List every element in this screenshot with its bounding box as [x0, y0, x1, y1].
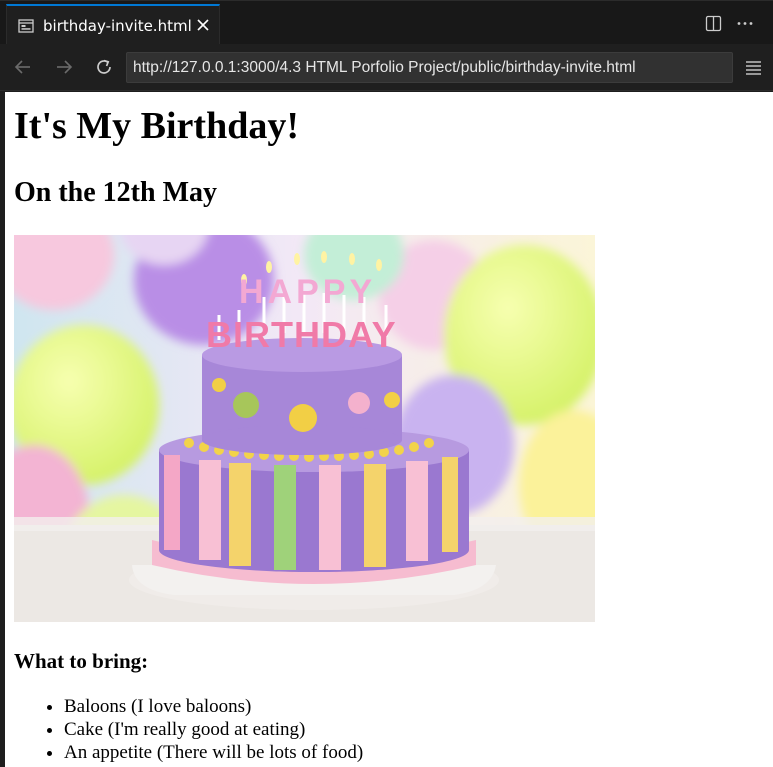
split-editor-icon[interactable]	[705, 15, 722, 32]
list-item: Baloons (I love baloons)	[64, 695, 363, 718]
url-text[interactable]: http://127.0.0.1:3000/4.3 HTML Porfolio …	[133, 59, 636, 77]
reload-icon[interactable]	[94, 57, 114, 77]
event-date-heading: On the 12th May	[14, 177, 217, 208]
address-bar[interactable]: http://127.0.0.1:3000/4.3 HTML Porfolio …	[126, 52, 733, 83]
page-title: It's My Birthday!	[14, 105, 299, 147]
arrow-right-icon[interactable]	[54, 57, 74, 77]
browser-toolbar: http://127.0.0.1:3000/4.3 HTML Porfolio …	[0, 44, 773, 91]
more-actions-icon[interactable]	[736, 15, 754, 32]
hamburger-menu-icon[interactable]	[745, 60, 762, 75]
page-viewport: It's My Birthday! On the 12th May HAPPY …	[5, 92, 773, 767]
svg-text:HAPPY: HAPPY	[239, 273, 376, 311]
what-to-bring-heading: What to bring:	[14, 649, 149, 673]
arrow-left-icon[interactable]	[13, 57, 33, 77]
tab-bar: birthday-invite.html	[0, 0, 773, 45]
list-item: Cake (I'm really good at eating)	[64, 718, 363, 741]
birthday-cake-image: HAPPY BIRTHDAY	[14, 235, 595, 622]
bring-list: Baloons (I love baloons) Cake (I'm reall…	[64, 695, 363, 764]
tab-title: birthday-invite.html	[43, 16, 192, 35]
browser-preview-icon	[18, 18, 34, 33]
tab-birthday-invite[interactable]: birthday-invite.html	[6, 4, 220, 45]
svg-text:BIRTHDAY: BIRTHDAY	[206, 314, 397, 355]
close-icon[interactable]	[195, 17, 211, 33]
list-item: An appetite (There will be lots of food)	[64, 741, 363, 764]
